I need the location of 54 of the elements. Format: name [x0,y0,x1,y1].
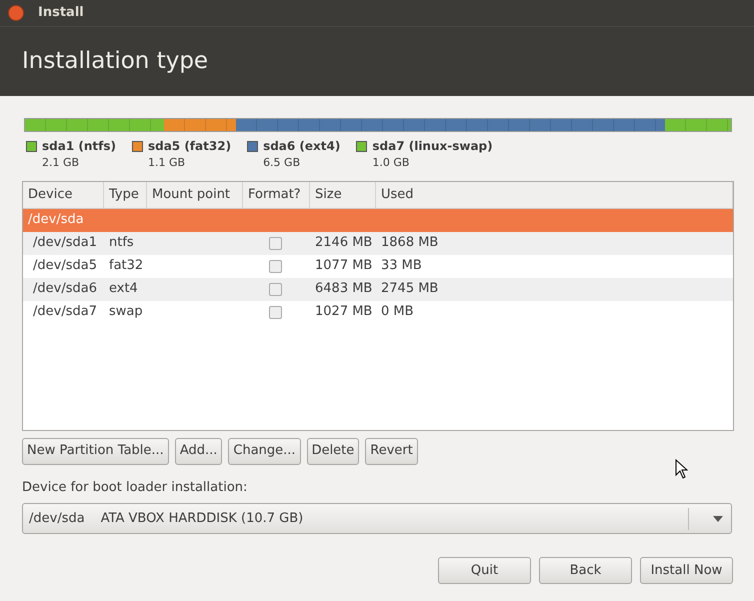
legend-size: 2.1 GB [42,155,80,171]
legend-size: 1.1 GB [148,155,186,171]
table-row[interactable]: /dev/sda1 ntfs 2146 MB 1868 MB [23,232,733,254]
table-cell-text: fat32 [108,257,144,276]
format-checkbox[interactable] [269,236,282,250]
table-cell-text: /dev/sda1 [32,234,98,252]
legend-label: sda5 (fat32) [148,138,232,155]
column-header[interactable]: Mount point [147,182,243,208]
legend-size: 1.0 GB [372,155,410,171]
table-cell-text: 2745 MB [380,280,440,298]
boot-loader-label: Device for boot loader installation: [22,478,248,496]
table-cell-text: 2146 MB [314,234,374,252]
boot-loader-dropdown[interactable]: /dev/sda ATA VBOX HARDDISK (10.7 GB) [22,503,732,534]
legend-size: 6.5 GB [263,155,302,171]
table-row[interactable]: /dev/sda5 fat32 1077 MB 33 MB [23,254,733,278]
format-checkbox[interactable] [269,260,282,272]
table-cell-text: ntfs [108,234,135,252]
table-cell-text: /dev/sda5 [32,257,98,276]
dialog-button[interactable]: Install Now [640,557,733,584]
table-cell-text: 1077 MB [314,257,374,276]
format-checkbox[interactable] [269,282,282,296]
table-cell-text: /dev/sda6 [32,280,98,298]
table-cell-text: /dev/sda [27,211,84,230]
table-cell-text: 1027 MB [314,303,374,322]
dropdown-arrow-icon [713,516,723,522]
table-cell-text: 0 MB [380,303,415,322]
table-button[interactable]: Change... [228,438,301,464]
mouse-cursor-icon [675,459,688,479]
table-button[interactable]: New Partition Table... [22,438,169,464]
window-title: Install [38,4,84,22]
column-header[interactable]: Used [376,182,733,208]
table-cell-text: ext4 [108,280,139,298]
format-checkbox[interactable] [269,306,282,318]
legend-label: sda6 (ext4) [263,138,340,155]
table-cell-text: 33 MB [380,257,423,276]
legend-label: sda1 (ntfs) [42,138,116,155]
table-row[interactable]: /dev/sda7 swap 1027 MB 0 MB [23,300,733,324]
column-header[interactable]: Size [310,182,376,208]
table-button[interactable]: Add... [174,438,222,464]
page-title: Installation type [22,47,208,76]
table-cell-text: /dev/sda7 [32,303,98,322]
dialog-button[interactable]: Back [539,557,632,584]
close-icon[interactable] [8,5,24,21]
dialog-button[interactable]: Quit [438,557,531,584]
table-button[interactable]: Delete [306,438,360,464]
table-cell-text: 6483 MB [314,280,374,298]
column-header[interactable]: Type [104,182,147,208]
legend-label: sda7 (linux-swap) [372,138,493,155]
column-header[interactable]: Format? [243,182,310,208]
table-cell-text: 1868 MB [380,234,440,252]
table-cell-text: swap [108,303,144,322]
table-row[interactable]: /dev/sda6 ext4 6483 MB 2745 MB [23,278,733,300]
column-header[interactable]: Device [23,182,104,208]
table-button[interactable]: Revert [365,438,418,464]
